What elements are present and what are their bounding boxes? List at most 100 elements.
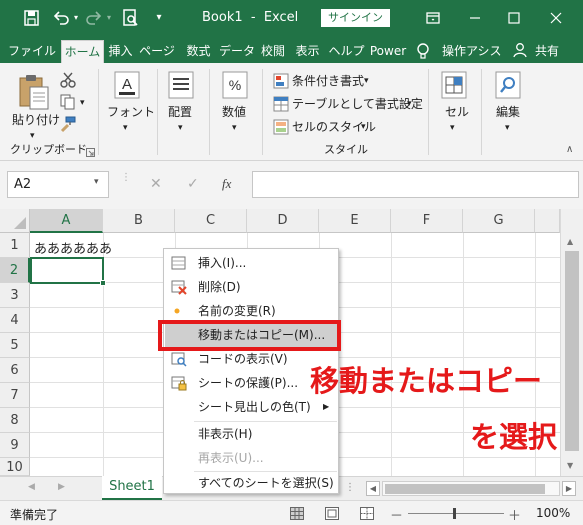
tab-insert[interactable]: 挿入 <box>105 40 136 63</box>
cell-a1[interactable]: ああああああ <box>34 238 112 257</box>
row-header[interactable]: 10 <box>0 458 30 476</box>
resize-handle-icon[interactable]: ⋮ <box>121 173 131 195</box>
minimize-icon[interactable] <box>463 6 487 30</box>
print-preview-icon[interactable] <box>120 8 140 28</box>
zoom-slider-thumb[interactable] <box>453 508 456 519</box>
scroll-left-icon[interactable]: ◀ <box>366 481 380 496</box>
conditional-format-dropdown-icon[interactable]: ▾ <box>364 74 369 88</box>
tab-power[interactable]: Power <box>368 40 408 63</box>
scroll-down-icon[interactable]: ▼ <box>567 461 573 470</box>
tab-file[interactable]: ファイル <box>4 40 60 63</box>
tab-splitter-icon[interactable]: ⋮ <box>345 482 355 494</box>
zoom-in-button[interactable]: ＋ <box>508 505 521 524</box>
undo-icon[interactable] <box>51 8 71 28</box>
fill-handle[interactable] <box>100 280 106 286</box>
maximize-icon[interactable] <box>502 6 526 30</box>
column-header[interactable]: A <box>30 209 103 233</box>
column-header[interactable]: G <box>463 209 535 233</box>
column-header[interactable]: C <box>175 209 247 233</box>
alignment-dropdown-icon[interactable]: ▾ <box>178 121 183 135</box>
prev-sheet-icon[interactable]: ◀ <box>28 482 35 492</box>
tab-page-layout[interactable]: ページ <box>137 40 177 63</box>
signin-button[interactable]: サインイン <box>321 9 390 27</box>
row-header[interactable]: 3 <box>0 283 30 308</box>
enter-icon[interactable]: ✓ <box>187 176 199 192</box>
customize-qat-icon[interactable]: ▾ <box>149 8 169 28</box>
close-icon[interactable] <box>544 6 568 30</box>
redo-dropdown-icon[interactable]: ▾ <box>104 8 114 28</box>
paste-icon[interactable] <box>16 73 52 111</box>
row-header[interactable]: 4 <box>0 308 30 333</box>
undo-dropdown-icon[interactable]: ▾ <box>71 8 81 28</box>
scroll-up-icon[interactable]: ▲ <box>567 237 573 246</box>
column-header[interactable] <box>535 209 560 233</box>
scroll-thumb[interactable] <box>565 251 579 451</box>
conditional-format-icon[interactable] <box>273 73 289 89</box>
tab-review[interactable]: 校閲 <box>258 40 288 63</box>
conditional-format-button[interactable]: 条件付き書式 <box>292 74 364 88</box>
tab-home[interactable]: ホーム <box>61 40 104 63</box>
copy-icon[interactable] <box>59 93 77 111</box>
vertical-scrollbar[interactable]: ▲ ▼ <box>560 209 583 476</box>
share-person-icon[interactable] <box>512 42 528 58</box>
editing-dropdown-icon[interactable]: ▾ <box>505 121 510 135</box>
column-header[interactable]: B <box>103 209 175 233</box>
row-header[interactable]: 2 <box>0 258 30 283</box>
tab-data[interactable]: データ <box>219 40 255 63</box>
share-button[interactable]: 共有 <box>532 40 562 63</box>
percent-icon[interactable]: % <box>222 71 248 99</box>
font-dropdown-icon[interactable]: ▾ <box>123 121 128 135</box>
font-icon[interactable]: A <box>114 71 140 99</box>
menu-item-hide[interactable]: 非表示(H) <box>165 422 338 446</box>
format-as-table-icon[interactable] <box>273 96 289 112</box>
cells-dropdown-icon[interactable]: ▾ <box>450 121 455 135</box>
next-sheet-icon[interactable]: ▶ <box>58 482 65 492</box>
alignment-icon[interactable] <box>168 71 194 99</box>
paste-dropdown-icon[interactable]: ▾ <box>30 129 35 143</box>
alignment-button[interactable]: 配置 <box>168 105 192 119</box>
cells-button[interactable]: セル <box>445 105 469 119</box>
column-header[interactable]: D <box>247 209 319 233</box>
ribbon-display-icon[interactable] <box>421 6 445 30</box>
dialog-launcher-icon[interactable] <box>86 146 95 157</box>
tab-help[interactable]: ヘルプ <box>328 40 365 63</box>
horizontal-scrollbar[interactable] <box>382 481 560 496</box>
menu-item-select-all-sheets[interactable]: すべてのシートを選択(S) <box>165 471 338 495</box>
row-header[interactable]: 5 <box>0 333 30 358</box>
selected-cell-a2[interactable] <box>30 257 104 284</box>
page-layout-view-icon[interactable] <box>325 507 339 520</box>
zoom-out-button[interactable]: － <box>390 505 403 524</box>
number-button[interactable]: 数値 <box>222 105 246 119</box>
paste-button[interactable]: 貼り付け <box>12 113 60 127</box>
cancel-icon[interactable]: ✕ <box>150 176 162 192</box>
name-box[interactable]: A2 ▾ <box>7 171 109 198</box>
formula-input[interactable] <box>252 171 579 198</box>
font-button[interactable]: フォント <box>107 105 155 119</box>
number-dropdown-icon[interactable]: ▾ <box>232 121 237 135</box>
save-icon[interactable] <box>21 8 41 28</box>
row-header[interactable]: 8 <box>0 408 30 433</box>
editing-button[interactable]: 編集 <box>496 105 520 119</box>
collapse-ribbon-icon[interactable]: ∧ <box>566 143 573 157</box>
row-header[interactable]: 1 <box>0 233 30 258</box>
format-painter-icon[interactable] <box>59 115 77 133</box>
copy-dropdown-icon[interactable]: ▾ <box>80 96 85 110</box>
page-break-view-icon[interactable] <box>360 507 374 520</box>
cell-styles-dropdown-icon[interactable]: ▾ <box>361 120 366 134</box>
zoom-slider[interactable] <box>408 513 504 514</box>
cell-styles-icon[interactable] <box>273 119 289 135</box>
column-header[interactable]: E <box>319 209 391 233</box>
column-header[interactable]: F <box>391 209 463 233</box>
select-all-corner[interactable] <box>0 209 30 233</box>
hscroll-thumb[interactable] <box>385 484 545 494</box>
menu-item-delete[interactable]: 削除(D) <box>165 275 338 299</box>
sheet-tab-sheet1[interactable]: Sheet1 <box>102 476 162 500</box>
lightbulb-icon[interactable] <box>414 41 432 61</box>
editing-search-icon[interactable] <box>495 71 521 99</box>
cells-icon[interactable] <box>441 71 467 99</box>
zoom-level[interactable]: 100% <box>536 506 570 520</box>
insert-function-icon[interactable]: fx <box>222 176 231 192</box>
row-header[interactable]: 6 <box>0 358 30 383</box>
menu-item-insert[interactable]: 挿入(I)... <box>165 251 338 275</box>
redo-icon[interactable] <box>84 8 104 28</box>
